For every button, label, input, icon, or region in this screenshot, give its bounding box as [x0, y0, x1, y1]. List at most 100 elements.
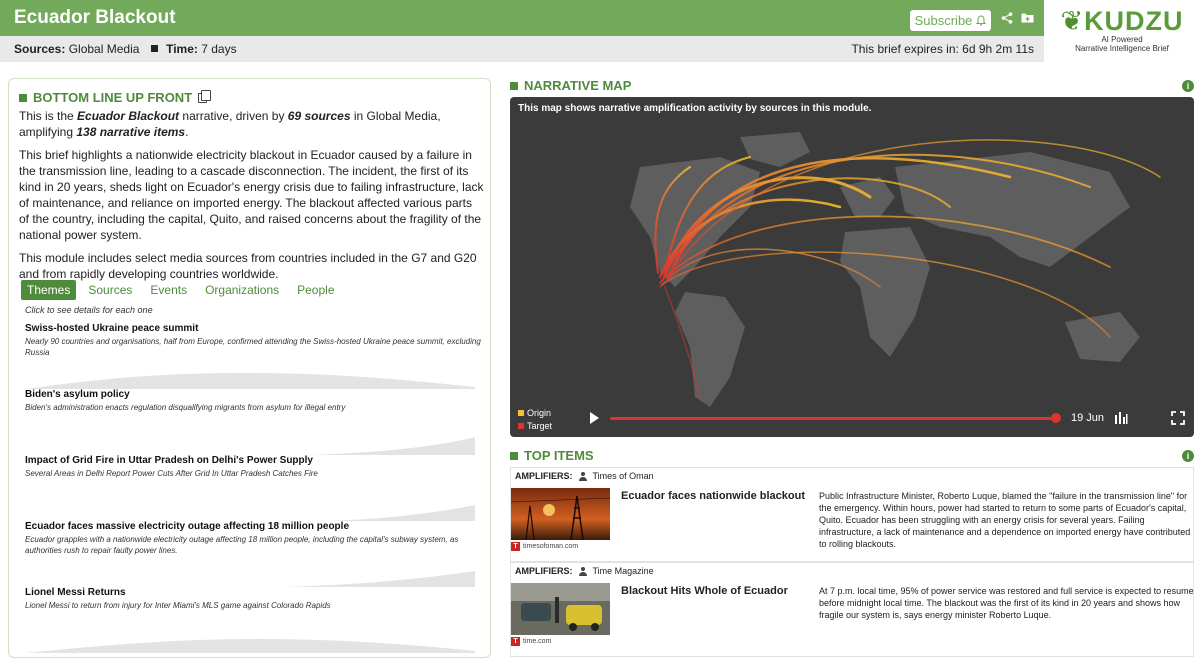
copy-icon[interactable] [198, 89, 212, 103]
theme-trend-sparkline [25, 437, 475, 455]
legend-origin: Origin [518, 407, 552, 420]
source-favicon: T [511, 542, 520, 551]
separator-square [150, 45, 158, 52]
top-item-card[interactable]: AMPLIFIERS: Time Magazine T time.com Bla… [510, 562, 1194, 657]
amplifiers-row: AMPLIFIERS: Time Magazine [515, 566, 654, 576]
logo-word: KUDZU [1084, 6, 1184, 36]
bluf-intro: This is the Ecuador Blackout narrative, … [19, 109, 441, 139]
tab-events[interactable]: Events [144, 280, 193, 300]
bluf-heading: BOTTOM LINE UP FRONT [19, 89, 212, 105]
theme-trend-sparkline [25, 639, 475, 653]
kudzu-logo: ❦KUDZU AI Powered Narrative Intelligence… [1044, 0, 1200, 62]
theme-trend-sparkline [25, 505, 475, 521]
map-caption: This map shows narrative amplification a… [518, 103, 872, 114]
article-summary: At 7 p.m. local time, 95% of power servi… [819, 586, 1194, 620]
narrative-map[interactable]: This map shows narrative amplification a… [510, 97, 1194, 437]
share-icon[interactable] [1001, 12, 1013, 24]
detail-tabs: Themes Sources Events Organizations Peop… [21, 280, 347, 300]
top-item-card[interactable]: AMPLIFIERS: Times of Oman T timesofoman.… [510, 467, 1194, 562]
bar-chart-icon[interactable] [1114, 411, 1128, 425]
tab-people[interactable]: People [291, 280, 340, 300]
tab-organizations[interactable]: Organizations [199, 280, 285, 300]
timeline-handle[interactable] [1051, 413, 1061, 423]
play-icon[interactable] [590, 412, 599, 424]
bell-icon [976, 15, 987, 26]
theme-description: Nearly 90 countries and organisations, h… [25, 337, 481, 357]
theme-title: Ecuador faces massive electricity outage… [25, 521, 350, 532]
theme-title: Biden's asylum policy [25, 389, 130, 400]
logo-subtagline: Narrative Intelligence Brief [1075, 44, 1169, 53]
theme-item[interactable]: Lionel Messi Returns Lionel Messi to ret… [25, 587, 481, 653]
user-icon [578, 566, 587, 576]
tab-hint: Click to see details for each one [25, 305, 153, 315]
timeline-date: 19 Jun [1071, 412, 1105, 424]
article-source[interactable]: T time.com [511, 637, 551, 646]
top-items-heading: TOP ITEMS [510, 448, 594, 463]
theme-description: Biden's administration enacts regulation… [25, 403, 346, 412]
theme-trend-sparkline [25, 373, 475, 389]
theme-description: Ecuador grapples with a nationwide elect… [25, 535, 459, 555]
leaf-icon: ❦ [1060, 6, 1085, 36]
theme-item[interactable]: Swiss-hosted Ukraine peace summit Nearly… [25, 323, 481, 389]
amplifiers-label: AMPLIFIERS: [515, 566, 573, 576]
article-summary: Public Infrastructure Minister, Roberto … [819, 491, 1191, 549]
narrative-map-heading: NARRATIVE MAP [510, 78, 631, 93]
top-items-title: TOP ITEMS [524, 448, 594, 463]
theme-description: Several Areas in Delhi Report Power Cuts… [25, 469, 318, 478]
section-marker [510, 451, 518, 460]
theme-item[interactable]: Impact of Grid Fire in Uttar Pradesh on … [25, 455, 481, 521]
bluf-heading-text: BOTTOM LINE UP FRONT [33, 90, 193, 105]
article-headline[interactable]: Blackout Hits Whole of Ecuador [621, 585, 811, 597]
subscribe-button[interactable]: Subscribe [910, 10, 991, 31]
theme-title: Swiss-hosted Ukraine peace summit [25, 323, 199, 334]
article-thumbnail [511, 488, 610, 540]
legend-target: Target [518, 420, 552, 433]
page-title: Ecuador Blackout [14, 7, 176, 28]
title-bar: Ecuador Blackout [0, 0, 1044, 36]
amplifier-name: Times of Oman [592, 471, 654, 481]
expiry-countdown: This brief expires in: 6d 9h 2m 11s [851, 42, 1034, 56]
narrative-map-title: NARRATIVE MAP [524, 78, 632, 93]
user-icon [578, 471, 587, 481]
sources-value: Global Media [68, 42, 140, 56]
bluf-module-note: This module includes select media source… [19, 251, 477, 281]
theme-item[interactable]: Biden's asylum policy Biden's administra… [25, 389, 481, 455]
continents [630, 132, 1140, 407]
map-info-icon[interactable]: i [1182, 80, 1194, 92]
article-headline[interactable]: Ecuador faces nationwide blackout [621, 490, 811, 502]
brief-info-bar: Sources: Global Media Time: 7 days This … [0, 36, 1044, 62]
top-items-info-icon[interactable]: i [1182, 450, 1194, 462]
theme-description: Lionel Messi to return from injury for I… [25, 601, 331, 610]
article-source[interactable]: T timesofoman.com [511, 542, 578, 551]
article-thumbnail [511, 583, 610, 635]
bluf-summary: This brief highlights a nationwide elect… [19, 148, 484, 242]
bluf-panel: BOTTOM LINE UP FRONT This is the Ecuador… [8, 78, 491, 658]
map-legend: Origin Target [518, 407, 552, 433]
item-count: 138 narrative items [76, 125, 186, 139]
tab-themes[interactable]: Themes [21, 280, 77, 300]
section-marker [19, 93, 27, 102]
section-marker [510, 81, 518, 90]
timeline-slider[interactable] [610, 417, 1056, 420]
origin-swatch [518, 410, 524, 416]
bluf-text: This is the Ecuador Blackout narrative, … [19, 108, 484, 289]
time-label: Time: [166, 42, 198, 56]
timeline-player: 19 Jun [590, 409, 1190, 429]
tab-sources[interactable]: Sources [82, 280, 138, 300]
amplifiers-row: AMPLIFIERS: Times of Oman [515, 471, 654, 481]
source-favicon: T [511, 637, 520, 646]
world-map [630, 132, 1161, 407]
fullscreen-icon[interactable] [1171, 411, 1185, 425]
theme-trend-sparkline [25, 571, 475, 587]
subscribe-label: Subscribe [914, 13, 973, 28]
sources-label: Sources: [14, 42, 66, 56]
theme-item[interactable]: Ecuador faces massive electricity outage… [25, 521, 481, 587]
add-folder-icon[interactable] [1021, 12, 1034, 23]
themes-list: Swiss-hosted Ukraine peace summit Nearly… [25, 323, 481, 653]
narrative-name: Ecuador Blackout [77, 109, 180, 123]
target-swatch [518, 423, 524, 429]
amplifier-name: Time Magazine [592, 566, 654, 576]
source-count: 69 sources [287, 109, 351, 123]
theme-title: Lionel Messi Returns [25, 587, 126, 598]
theme-title: Impact of Grid Fire in Uttar Pradesh on … [25, 455, 313, 466]
